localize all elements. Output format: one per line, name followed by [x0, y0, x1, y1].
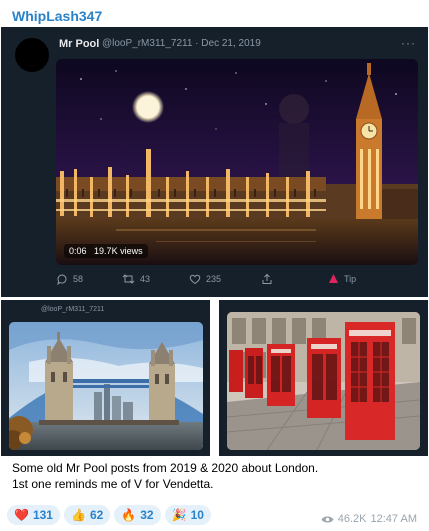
tip-button[interactable]: Tip — [328, 273, 356, 284]
like-button[interactable]: 235 — [189, 273, 221, 285]
retweet-button[interactable]: 43 — [122, 273, 150, 285]
reaction-thumbs-up[interactable]: 👍 62 — [63, 505, 111, 525]
share-icon — [262, 273, 272, 284]
phone-boxes-image[interactable] — [227, 312, 420, 450]
image-tile-right[interactable] — [219, 300, 428, 456]
avatar — [15, 38, 49, 72]
more-icon: ··· — [401, 36, 416, 50]
reaction-count: 131 — [32, 508, 53, 522]
like-count: 235 — [206, 274, 222, 284]
tile-handle: @looP_rM311_7211 — [41, 306, 105, 313]
eye-icon — [321, 516, 334, 522]
tower-bridge-image[interactable] — [9, 322, 203, 450]
reaction-fire[interactable]: 🔥 32 — [114, 505, 161, 525]
tweet-video[interactable]: 0:06 19.7K views — [56, 59, 418, 265]
phone-boxes-photo — [227, 312, 420, 450]
message-meta: 46.2K 12:47 AM — [321, 513, 417, 525]
reply-button[interactable]: 58 — [56, 273, 83, 285]
reaction-party[interactable]: 🎉 10 — [164, 505, 211, 525]
message-time: 12:47 AM — [370, 513, 417, 525]
heart-icon: ❤️ — [14, 508, 29, 522]
tweet-card[interactable]: Mr Pool @looP_rM311_7211 · Dec 21, 2019 … — [1, 27, 428, 297]
tweet-actions: 58 43 235 Tip — [56, 273, 418, 289]
party-popper-icon: 🎉 — [171, 508, 187, 522]
video-duration: 0:06 — [69, 246, 87, 256]
share-button[interactable] — [261, 273, 273, 285]
heart-icon — [189, 274, 201, 285]
reaction-count: 10 — [190, 508, 204, 522]
tip-icon — [329, 274, 338, 283]
tweet-handle-date: @looP_rM311_7211 · Dec 21, 2019 — [102, 38, 261, 49]
view-count: 46.2K — [337, 513, 367, 525]
tip-label: Tip — [344, 273, 357, 284]
westminster-night-image — [56, 59, 418, 265]
reply-count: 58 — [73, 274, 84, 284]
video-views: 19.7K views — [94, 246, 143, 256]
channel-name[interactable]: WhipLash347 — [12, 8, 102, 24]
reply-icon — [57, 274, 67, 285]
reaction-count: 32 — [140, 508, 154, 522]
fire-icon: 🔥 — [121, 508, 137, 522]
retweet-icon — [122, 274, 135, 284]
reaction-count: 62 — [89, 508, 104, 522]
image-tile-left[interactable]: @looP_rM311_7211 — [1, 300, 210, 456]
tower-bridge-photo — [9, 322, 203, 450]
video-duration-views: 0:06 19.7K views — [64, 244, 148, 258]
message-text: Some old Mr Pool posts from 2019 & 2020 … — [12, 460, 417, 492]
thumbs-up-icon: 👍 — [70, 508, 86, 522]
tweet-author: Mr Pool — [59, 38, 100, 50]
reaction-heart[interactable]: ❤️ 131 — [7, 505, 60, 525]
retweet-count: 43 — [140, 274, 151, 284]
message-line-1: Some old Mr Pool posts from 2019 & 2020 … — [12, 461, 319, 475]
message-bubble: WhipLash347 Mr Pool @looP_rM311_7211 · D… — [0, 0, 429, 531]
reactions-bar: ❤️ 131 👍 62 🔥 32 🎉 10 — [7, 505, 211, 525]
message-line-2: 1st one reminds me of V for Vendetta. — [12, 477, 214, 491]
